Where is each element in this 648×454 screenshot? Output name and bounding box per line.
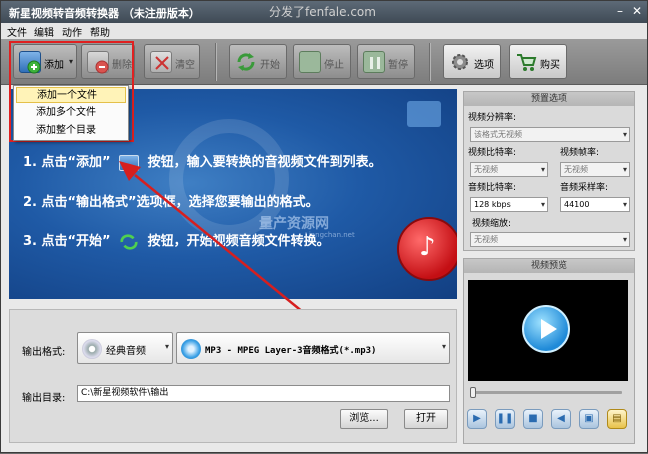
menu-add-multiple-files[interactable]: 添加多个文件 <box>16 105 126 121</box>
chevron-down-icon: ▾ <box>540 200 545 209</box>
open-button[interactable]: 打开 <box>404 409 448 429</box>
clear-label: 清空 <box>175 60 195 71</box>
chevron-down-icon: ▾ <box>622 130 627 139</box>
options-button[interactable]: 选项 <box>443 44 501 79</box>
step1-text-a: 1. 点击“添加” <box>23 155 111 170</box>
chevron-down-icon: ▾ <box>622 235 627 244</box>
output-format-select[interactable]: MP3 - MPEG Layer-3音频格式(*.mp3) ▾ <box>176 332 450 364</box>
stop-label: 停止 <box>324 60 344 71</box>
menu-help[interactable]: 帮助 <box>90 24 110 39</box>
browse-button[interactable]: 浏览... <box>340 409 388 429</box>
stop-icon <box>299 51 321 73</box>
buy-button[interactable]: 购买 <box>509 44 567 79</box>
audio-format-icon <box>181 339 201 359</box>
menu-add-folder[interactable]: 添加整个目录 <box>16 123 126 139</box>
music-disc-icon: ♪ <box>397 217 457 281</box>
pause-button[interactable]: 暂停 <box>357 44 415 79</box>
toolbar-separator <box>429 43 431 81</box>
output-settings-panel: 输出格式: 经典音频 ▾ MP3 - MPEG Layer-3音频格式(*.mp… <box>9 309 457 443</box>
play-icon[interactable] <box>522 305 570 353</box>
gear-icon <box>449 51 471 73</box>
toolbar-separator <box>215 43 217 81</box>
step3-text-a: 3. 点击“开始” <box>23 234 111 249</box>
chevron-down-icon: ▾ <box>164 342 169 351</box>
refresh-icon <box>235 51 257 73</box>
chevron-down-icon: ▾ <box>622 200 627 209</box>
clear-button[interactable]: 清空 <box>144 44 200 79</box>
pause-label: 暂停 <box>388 60 408 71</box>
buy-label: 购买 <box>540 60 560 71</box>
options-label: 选项 <box>474 60 494 71</box>
audio-samplerate-label: 音频采样率: <box>560 183 609 193</box>
audio-samplerate-select[interactable]: 44100 ▾ <box>560 197 630 212</box>
seek-handle[interactable] <box>470 387 476 398</box>
video-fps-select[interactable]: 无视频 ▾ <box>560 162 630 177</box>
video-fps-label: 视频帧率: <box>560 148 600 158</box>
pause-icon <box>363 51 385 73</box>
pause-icon[interactable]: ❚❚ <box>495 409 515 429</box>
chevron-down-icon: ▾ <box>441 342 446 351</box>
audio-bitrate-label: 音频比特率: <box>468 183 517 193</box>
video-bitrate-value: 无视频 <box>474 165 498 174</box>
stop-button[interactable]: 停止 <box>293 44 351 79</box>
cd-icon <box>82 339 102 359</box>
volume-icon[interactable]: ◀ <box>551 409 571 429</box>
audio-bitrate-select[interactable]: 128 kbps ▾ <box>470 197 548 212</box>
menu-action[interactable]: 动作 <box>62 24 82 39</box>
step3-text-b: 按钮，开始视频音频文件转换。 <box>147 234 330 249</box>
start-label: 开始 <box>260 60 280 71</box>
audio-bitrate-value: 128 kbps <box>474 200 511 209</box>
video-resolution-value: 该格式无视频 <box>474 130 522 139</box>
chevron-down-icon: ▾ <box>540 165 545 174</box>
close-icon[interactable]: ✕ <box>630 4 644 18</box>
snapshot-icon[interactable]: ▣ <box>579 409 599 429</box>
audio-samplerate-value: 44100 <box>564 200 590 209</box>
stop-icon[interactable]: ■ <box>523 409 543 429</box>
video-preview-header: 视频预览 <box>464 259 634 273</box>
format-category-select[interactable]: 经典音频 ▾ <box>77 332 173 364</box>
chevron-down-icon: ▾ <box>622 165 627 174</box>
cart-icon <box>515 51 537 73</box>
menu-edit[interactable]: 编辑 <box>34 24 54 39</box>
video-scale-label: 视频缩放: <box>472 219 512 229</box>
instruction-step-1: 1. 点击“添加” 按钮，输入要转换的音视频文件到列表。 <box>23 151 382 171</box>
output-dir-label: 输出目录: <box>22 393 66 404</box>
play-icon[interactable]: ▶ <box>467 409 487 429</box>
menu-file[interactable]: 文件 <box>7 24 27 39</box>
seek-bar[interactable] <box>470 387 622 398</box>
instruction-step-2: 2. 点击“输出格式”选项框，选择您要输出的格式。 <box>23 195 319 210</box>
refresh-icon <box>119 233 139 250</box>
output-format-label: 输出格式: <box>22 347 66 358</box>
preset-options-header: 预置选项 <box>464 92 634 106</box>
menu-add-one-file[interactable]: 添加一个文件 <box>16 87 126 103</box>
title-bar: 新星视频转音频转换器 （未注册版本） 分发了fenfale.com – ✕ <box>1 1 647 23</box>
app-window: 新星视频转音频转换器 （未注册版本） 分发了fenfale.com – ✕ 文件… <box>0 0 648 453</box>
add-dropdown-menu: 添加一个文件 添加多个文件 添加整个目录 <box>13 85 129 141</box>
video-scale-select[interactable]: 无视频 ▾ <box>470 232 630 247</box>
video-resolution-label: 视频分辨率: <box>468 113 517 123</box>
site-watermark: 分发了fenfale.com <box>269 5 376 19</box>
video-bitrate-select[interactable]: 无视频 ▾ <box>470 162 548 177</box>
video-fps-value: 无视频 <box>564 165 588 174</box>
preset-options-panel: 预置选项 视频分辨率: 该格式无视频 ▾ 视频比特率: 视频帧率: 无视频 ▾ 无视… <box>463 91 635 251</box>
step1-text-b: 按钮，输入要转换的音视频文件到列表。 <box>147 155 382 170</box>
add-file-icon <box>119 154 140 171</box>
start-button[interactable]: 开始 <box>229 44 287 79</box>
folder-icon[interactable]: ▤ <box>607 409 627 429</box>
banner-watermark: 量产资源网 <box>259 216 329 232</box>
video-resolution-select[interactable]: 该格式无视频 ▾ <box>470 127 630 142</box>
film-strip-icon <box>407 101 441 127</box>
clear-list-icon <box>150 51 172 73</box>
preview-screen[interactable] <box>468 280 628 381</box>
menu-bar: 文件 编辑 动作 帮助 <box>1 23 647 39</box>
video-bitrate-label: 视频比特率: <box>468 148 517 158</box>
output-dir-field[interactable]: C:\新星视频软件\输出 <box>77 385 450 402</box>
output-format-value: MP3 - MPEG Layer-3音频格式(*.mp3) <box>205 346 377 356</box>
format-category-value: 经典音频 <box>106 346 146 357</box>
banner-watermark-sub: Liangchan.net <box>305 231 355 239</box>
minimize-icon[interactable]: – <box>613 4 627 18</box>
video-scale-value: 无视频 <box>474 235 498 244</box>
window-title: 新星视频转音频转换器 （未注册版本） <box>9 7 200 20</box>
